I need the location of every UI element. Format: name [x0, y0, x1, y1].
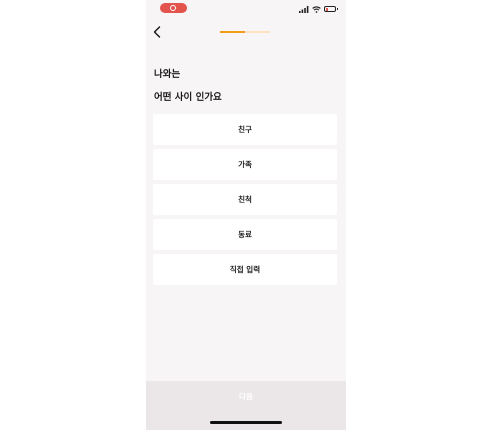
footer-bar: 다음	[146, 381, 346, 430]
screen-recording-indicator[interactable]	[160, 3, 187, 13]
question-line-1: 나와는	[154, 69, 181, 80]
phone-screen: 나와는 어떤 사이 인가요 친구 가족 친척 동료 직접 입력 다음	[146, 0, 346, 430]
record-icon	[170, 5, 176, 11]
question-line-2: 어떤 사이 인가요	[154, 92, 222, 103]
chevron-left-icon	[153, 26, 161, 38]
cellular-signal-icon	[299, 5, 309, 13]
option-relative[interactable]: 친척	[153, 184, 337, 215]
option-custom-input[interactable]: 직접 입력	[153, 254, 337, 285]
option-colleague[interactable]: 동료	[153, 219, 337, 250]
option-family[interactable]: 가족	[153, 149, 337, 180]
step-progress-bar	[220, 31, 270, 33]
home-indicator	[210, 421, 282, 424]
question-title: 나와는 어떤 사이 인가요	[154, 63, 222, 109]
step-progress-fill	[220, 31, 245, 33]
battery-low-icon	[324, 6, 338, 12]
relationship-options: 친구 가족 친척 동료 직접 입력	[153, 114, 337, 285]
option-friend[interactable]: 친구	[153, 114, 337, 145]
battery-level	[325, 7, 328, 11]
next-button[interactable]: 다음	[146, 387, 346, 405]
back-button[interactable]	[149, 24, 165, 40]
wifi-icon	[312, 5, 321, 13]
status-icons	[299, 4, 338, 14]
